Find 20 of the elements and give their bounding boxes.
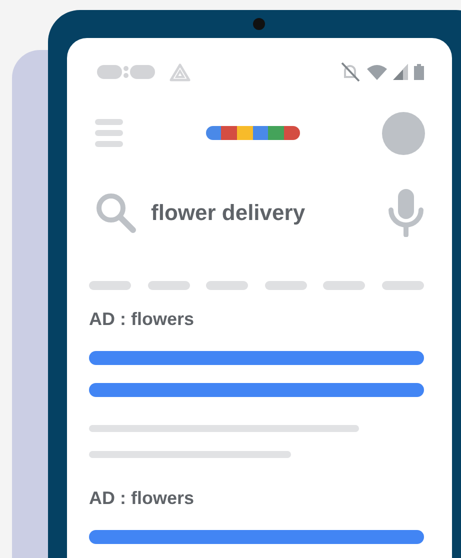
result-title: AD : flowers (89, 487, 196, 509)
tab-placeholder[interactable] (323, 281, 366, 290)
tab-placeholder[interactable] (206, 281, 248, 290)
menu-icon[interactable] (95, 119, 123, 147)
camera-icon (253, 18, 265, 30)
signal-icon (393, 64, 408, 80)
search-icon[interactable] (95, 192, 137, 234)
search-query[interactable]: flower delivery (151, 202, 388, 224)
voicemail-icon (97, 65, 155, 79)
tab-placeholder[interactable] (148, 281, 190, 290)
tab-placeholder[interactable] (89, 281, 131, 290)
triangle-icon (169, 62, 191, 82)
tab-placeholder[interactable] (264, 281, 307, 290)
muted-bell-icon (339, 62, 361, 82)
avatar[interactable] (382, 112, 425, 154)
tab-placeholder[interactable] (382, 281, 424, 290)
result-title: AD : flowers (89, 308, 196, 330)
battery-icon (414, 64, 424, 80)
wifi-icon (367, 64, 387, 80)
microphone-icon[interactable] (388, 189, 424, 237)
